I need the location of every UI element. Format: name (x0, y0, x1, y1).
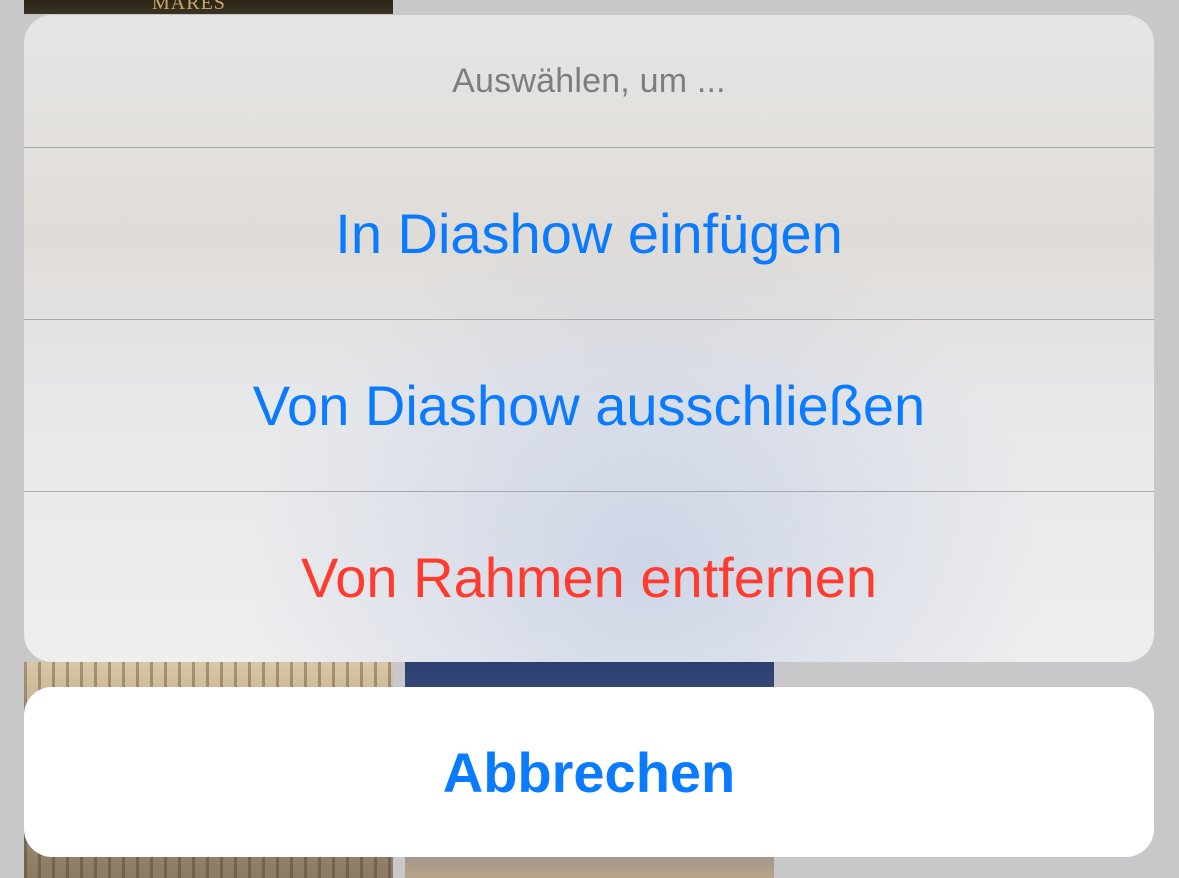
action-sheet-title: Auswählen, um ... (452, 61, 726, 100)
action-sheet: Auswählen, um ... In Diashow einfügen Vo… (24, 15, 1154, 662)
cancel-button[interactable]: Abbrechen (24, 687, 1154, 857)
photo-thumbnail: MARES (24, 0, 393, 14)
thumbnail-caption: MARES (152, 0, 226, 14)
exclude-from-slideshow-button[interactable]: Von Diashow ausschließen (24, 320, 1154, 491)
add-to-slideshow-button[interactable]: In Diashow einfügen (24, 148, 1154, 319)
remove-from-frame-button[interactable]: Von Rahmen entfernen (24, 492, 1154, 662)
